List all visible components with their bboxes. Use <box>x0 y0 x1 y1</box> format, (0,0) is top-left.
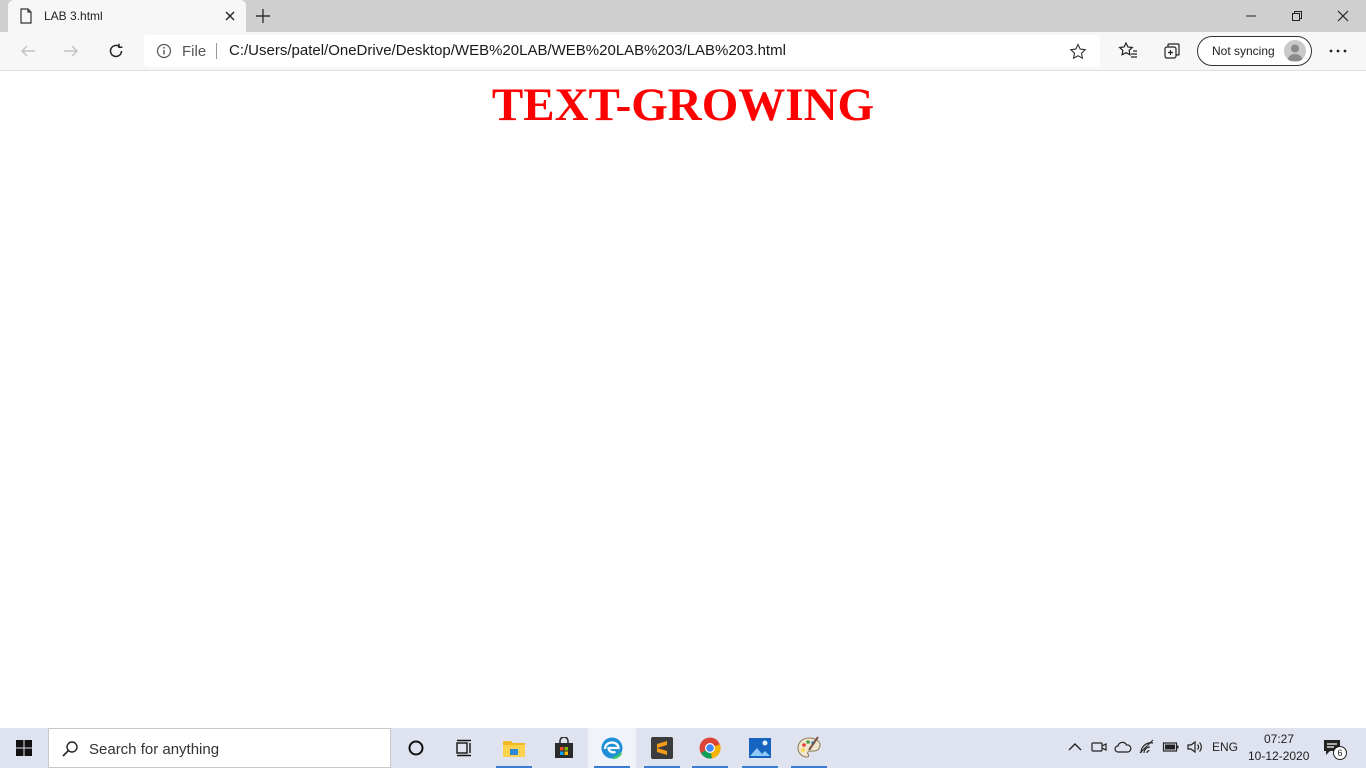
task-view-button[interactable] <box>440 728 488 768</box>
minimize-icon <box>1246 15 1256 17</box>
chrome-button[interactable] <box>686 728 734 768</box>
photos-icon <box>749 738 771 758</box>
meet-now-icon[interactable] <box>1090 738 1108 756</box>
store-icon <box>555 737 573 758</box>
tab-title: LAB 3.html <box>44 9 103 23</box>
input-language[interactable]: ENG <box>1212 740 1238 754</box>
arrow-left-icon <box>20 45 35 57</box>
paint-palette-icon <box>797 736 821 758</box>
browser-toolbar: File C:/Users/patel/OneDrive/Desktop/WEB… <box>0 32 1366 71</box>
person-icon <box>1287 44 1303 61</box>
sublime-text-button[interactable] <box>638 728 686 768</box>
star-icon[interactable] <box>1069 43 1087 61</box>
onedrive-icon[interactable] <box>1114 738 1132 756</box>
more-options-icon[interactable] <box>1326 41 1350 61</box>
tab-strip: LAB 3.html <box>0 0 1366 32</box>
search-placeholder: Search for anything <box>89 741 220 758</box>
taskbar-search-box[interactable]: Search for anything <box>48 728 391 768</box>
new-tab-icon[interactable] <box>254 7 272 25</box>
notification-count-badge: 6 <box>1333 746 1347 760</box>
volume-icon[interactable] <box>1186 738 1204 756</box>
close-icon <box>1337 10 1349 22</box>
file-explorer-button[interactable] <box>490 728 538 768</box>
avatar <box>1284 40 1306 62</box>
taskbar: Search for anything ENG 07:27 10-12-2020… <box>0 728 1366 768</box>
close-window-button[interactable] <box>1320 0 1366 32</box>
search-icon <box>62 741 78 757</box>
arrow-right-icon <box>64 45 79 57</box>
windows-logo-icon <box>16 740 32 756</box>
page-heading: TEXT-GROWING <box>491 79 875 131</box>
start-button[interactable] <box>0 728 48 768</box>
info-icon[interactable] <box>156 43 172 59</box>
edge-icon <box>601 737 623 760</box>
photos-button[interactable] <box>736 728 784 768</box>
profile-status-label: Not syncing <box>1212 44 1275 58</box>
task-view-icon <box>456 739 471 757</box>
store-button[interactable] <box>540 728 588 768</box>
favorites-icon[interactable] <box>1118 41 1138 61</box>
minimize-button[interactable] <box>1228 0 1274 32</box>
clock-date[interactable]: 10-12-2020 <box>1248 749 1309 763</box>
folder-icon <box>503 741 525 757</box>
refresh-icon <box>109 43 123 58</box>
document-icon <box>20 8 32 24</box>
cortana-icon <box>408 740 424 756</box>
wifi-icon[interactable] <box>1138 738 1156 756</box>
restore-icon <box>1292 11 1302 21</box>
address-separator <box>216 43 217 59</box>
collections-icon[interactable] <box>1162 41 1182 61</box>
refresh-button[interactable] <box>98 32 134 70</box>
close-tab-icon[interactable] <box>222 8 238 24</box>
sublime-text-icon <box>651 737 673 759</box>
forward-button[interactable] <box>53 32 89 70</box>
restore-button[interactable] <box>1274 0 1320 32</box>
back-button[interactable] <box>10 32 46 70</box>
url-text[interactable]: C:/Users/patel/OneDrive/Desktop/WEB%20LA… <box>229 42 786 59</box>
action-center-button[interactable]: 6 <box>1322 737 1347 761</box>
battery-icon[interactable] <box>1162 738 1180 756</box>
browser-tab[interactable]: LAB 3.html <box>8 0 246 32</box>
chevron-up-icon[interactable] <box>1066 738 1084 756</box>
profile-button[interactable]: Not syncing <box>1197 36 1312 66</box>
address-bar[interactable]: File C:/Users/patel/OneDrive/Desktop/WEB… <box>144 35 1100 67</box>
chrome-icon <box>699 737 721 759</box>
paint-button[interactable] <box>785 728 833 768</box>
clock-time[interactable]: 07:27 <box>1262 732 1296 746</box>
cortana-button[interactable] <box>392 728 440 768</box>
edge-button[interactable] <box>588 728 636 768</box>
file-scheme-label: File <box>182 43 207 60</box>
page-content: TEXT-GROWING <box>0 72 1366 728</box>
